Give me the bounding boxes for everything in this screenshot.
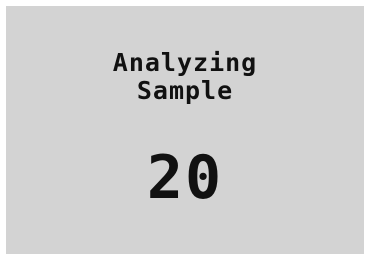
status-line-2: Sample (136, 76, 234, 105)
lcd-screen: Analyzing Sample 20 (6, 6, 364, 254)
status-line-1: Analyzing (112, 48, 258, 77)
status-message: Analyzing Sample (6, 49, 364, 105)
countdown-value: 20 (146, 143, 224, 213)
